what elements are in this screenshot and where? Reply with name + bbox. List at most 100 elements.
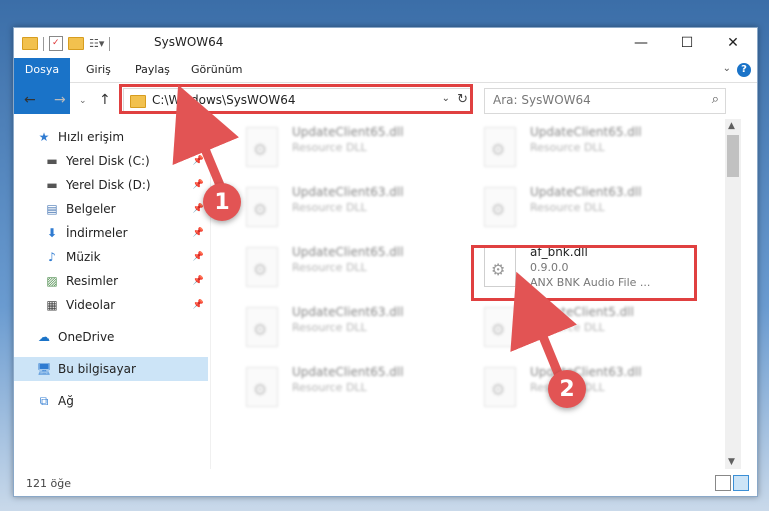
expand-ribbon-icon[interactable]: ⌄ xyxy=(723,63,731,74)
sidebar-item-label: Yerel Disk (C:) xyxy=(66,154,150,168)
step-badge-1: 1 xyxy=(203,183,241,221)
sidebar-item-label: Resimler xyxy=(66,274,119,288)
file-item[interactable]: UpdateClient5.dll Resource DLL xyxy=(462,299,682,355)
computer-icon: 🖥 xyxy=(36,362,52,376)
drive-icon: ▬ xyxy=(46,178,58,192)
pin-icon: 📌 xyxy=(192,252,204,262)
dll-file-icon xyxy=(484,127,516,167)
step-badge-2: 2 xyxy=(548,370,586,408)
sidebar-item-pictures[interactable]: ▨ Resimler 📌 xyxy=(14,269,208,293)
help-icon[interactable]: ? xyxy=(737,63,751,77)
pictures-icon: ▨ xyxy=(46,274,58,288)
dll-file-icon xyxy=(484,187,516,227)
sidebar-item-network[interactable]: ⧉ Ağ xyxy=(14,389,208,413)
details-view-icon[interactable] xyxy=(715,475,731,491)
vertical-scrollbar[interactable]: ▲ ▼ xyxy=(725,119,741,469)
music-icon: ♪ xyxy=(48,250,56,264)
sidebar-item-downloads[interactable]: ⬇ İndirmeler 📌 xyxy=(14,221,208,245)
sidebar-item-label: Müzik xyxy=(66,250,101,264)
tiles-view-icon[interactable] xyxy=(733,475,749,491)
video-icon: ▦ xyxy=(46,298,58,312)
file-name: UpdateClient63.dll xyxy=(530,365,642,379)
sidebar-item-disk-c[interactable]: ▬ Yerel Disk (C:) 📌 xyxy=(14,149,208,173)
file-type: Resource DLL xyxy=(292,381,367,394)
pane-divider xyxy=(210,119,211,469)
scroll-thumb[interactable] xyxy=(727,135,739,177)
sidebar-item-label: İndirmeler xyxy=(66,226,128,240)
quick-access-toolbar: ✓ ☷▾ xyxy=(22,36,111,51)
dll-file-icon xyxy=(246,187,278,227)
search-input[interactable]: Ara: SysWOW64 xyxy=(493,93,591,107)
pin-icon: 📌 xyxy=(192,156,204,166)
pin-icon: 📌 xyxy=(192,276,204,286)
scroll-up-icon[interactable]: ▲ xyxy=(728,121,735,131)
file-type: Resource DLL xyxy=(530,321,605,334)
pin-icon: 📌 xyxy=(192,180,204,190)
toolbar-separator xyxy=(109,36,111,51)
file-item[interactable]: UpdateClient65.dll Resource DLL xyxy=(224,119,444,175)
toolbar-separator xyxy=(43,36,44,51)
sidebar-item-label: Yerel Disk (D:) xyxy=(66,178,151,192)
close-button[interactable]: ✕ xyxy=(710,28,756,58)
sidebar-item-onedrive[interactable]: ☁ OneDrive xyxy=(14,325,208,349)
forward-button[interactable]: → xyxy=(54,92,66,108)
file-type: Resource DLL xyxy=(292,201,367,214)
file-name: UpdateClient5.dll xyxy=(530,305,634,319)
sidebar-item-videos[interactable]: ▦ Videolar 📌 xyxy=(14,293,208,317)
search-icon[interactable]: ⌕ xyxy=(712,92,719,107)
pin-icon: 📌 xyxy=(192,228,204,238)
file-type: Resource DLL xyxy=(530,201,605,214)
sidebar-item-label: Belgeler xyxy=(66,202,116,216)
sidebar-item-this-pc[interactable]: 🖥 Bu bilgisayar xyxy=(14,357,208,381)
explorer-window: ✓ ☷▾ SysWOW64 — ☐ ✕ Dosya Giriş Paylaş G… xyxy=(13,27,758,497)
search-box[interactable]: Ara: SysWOW64 ⌕ xyxy=(484,88,726,114)
navigation-bar: ← → ⌄ ↑ C:\Windows\SysWOW64 ⌄ ↻ Ara: Sys… xyxy=(14,83,757,119)
sidebar-item-label: OneDrive xyxy=(58,330,115,344)
address-bar-highlight xyxy=(119,84,473,114)
sidebar-item-documents[interactable]: ▤ Belgeler 📌 xyxy=(14,197,208,221)
recent-locations-icon[interactable]: ⌄ xyxy=(79,96,87,106)
minimize-button[interactable]: — xyxy=(618,28,664,58)
folder-icon[interactable] xyxy=(22,37,38,50)
pin-icon: 📌 xyxy=(192,300,204,310)
tab-view[interactable]: Görünüm xyxy=(191,58,242,82)
dll-file-icon xyxy=(246,127,278,167)
navigation-pane: ★ Hızlı erişim ▬ Yerel Disk (C:) 📌 ▬ Yer… xyxy=(14,119,210,469)
file-type: Resource DLL xyxy=(292,261,367,274)
sidebar-item-music[interactable]: ♪ Müzik 📌 xyxy=(14,245,208,269)
up-button[interactable]: ↑ xyxy=(99,92,111,108)
status-bar: 121 öğe xyxy=(14,469,757,496)
file-item[interactable]: UpdateClient63.dll Resource DLL xyxy=(224,299,444,355)
file-name: UpdateClient65.dll xyxy=(292,365,404,379)
window-title: SysWOW64 xyxy=(154,35,224,49)
dll-file-icon xyxy=(484,367,516,407)
properties-icon[interactable]: ✓ xyxy=(49,36,63,51)
documents-icon: ▤ xyxy=(46,202,58,216)
customize-toolbar-icon[interactable]: ☷▾ xyxy=(89,37,104,50)
sidebar-item-disk-d[interactable]: ▬ Yerel Disk (D:) 📌 xyxy=(14,173,208,197)
sidebar-item-label: Ağ xyxy=(58,394,74,408)
file-item[interactable]: UpdateClient65.dll Resource DLL xyxy=(224,239,444,295)
dll-file-icon xyxy=(246,367,278,407)
sidebar-item-quick-access[interactable]: ★ Hızlı erişim xyxy=(14,125,208,149)
cloud-icon: ☁ xyxy=(38,330,50,344)
file-item[interactable]: UpdateClient65.dll Resource DLL xyxy=(462,119,682,175)
file-item[interactable]: UpdateClient63.dll Resource DLL xyxy=(224,179,444,235)
ribbon-tabs: Dosya Giriş Paylaş Görünüm ⌄ ? xyxy=(14,58,757,114)
tab-home[interactable]: Giriş xyxy=(86,58,111,82)
file-item[interactable]: UpdateClient65.dll Resource DLL xyxy=(224,359,444,415)
file-name: UpdateClient63.dll xyxy=(530,185,642,199)
new-folder-icon[interactable] xyxy=(68,37,84,50)
item-count: 121 öğe xyxy=(26,477,71,490)
file-item[interactable]: UpdateClient63.dll Resource DLL xyxy=(462,179,682,235)
file-name: UpdateClient63.dll xyxy=(292,185,404,199)
star-icon: ★ xyxy=(38,130,50,144)
dll-file-icon xyxy=(246,307,278,347)
sidebar-item-label: Videolar xyxy=(66,298,116,312)
tab-share[interactable]: Paylaş xyxy=(135,58,170,82)
back-button[interactable]: ← xyxy=(24,92,36,108)
dll-file-icon xyxy=(484,307,516,347)
scroll-down-icon[interactable]: ▼ xyxy=(728,457,735,467)
sidebar-item-label: Hızlı erişim xyxy=(58,130,125,144)
maximize-button[interactable]: ☐ xyxy=(664,28,710,58)
